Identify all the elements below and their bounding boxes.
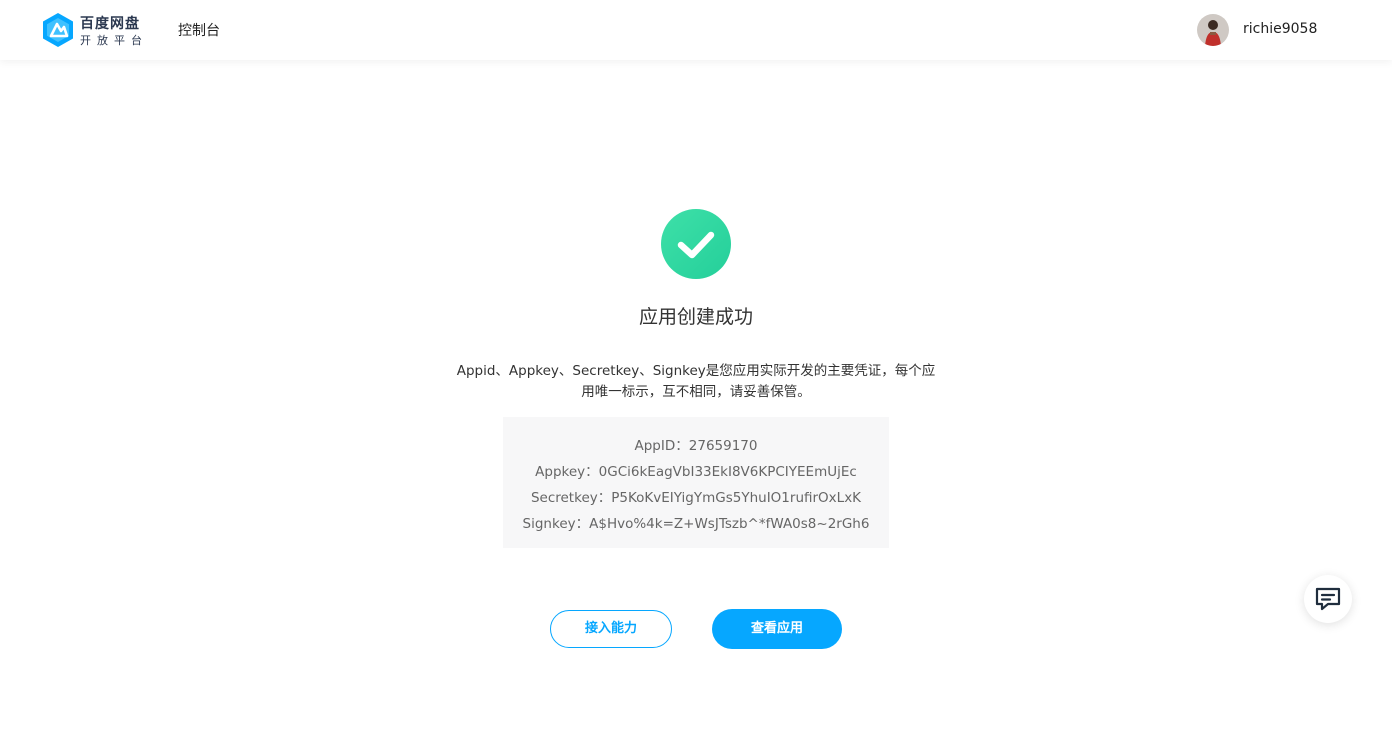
chat-bubble-icon [1315,587,1341,611]
username: richie9058 [1243,21,1318,37]
credentials-description: Appid、Appkey、Secretkey、Signkey是您应用实际开发的主… [456,363,936,400]
avatar[interactable] [1197,14,1229,46]
credential-value: 27659170 [688,438,758,454]
credentials-box: AppID：27659170 Appkey：0GCi6kEagVbI33EkI8… [503,417,889,548]
logo[interactable]: 百度网盘 开放平台 [40,11,150,49]
logo-subtitle: 开放平台 [80,34,148,47]
success-title: 应用创建成功 [638,306,753,328]
view-app-button[interactable]: 查看应用 [712,609,842,649]
credential-row-signkey: Signkey：A$Hvo%4k=Z+WsJTszb^*fWA0s8~2rGh6 [503,512,889,532]
credential-value: A$Hvo%4k=Z+WsJTszb^*fWA0s8~2rGh6 [589,516,870,532]
baidu-netdisk-logo-icon [43,13,73,47]
logo-name: 百度网盘 [80,16,140,32]
avatar-image-icon [1197,14,1229,46]
credential-row-secretkey: Secretkey：P5KoKvEIYigYmGs5YhuIO1rufirOxL… [503,486,889,506]
credential-value: 0GCi6kEagVbI33EkI8V6KPCIYEEmUjEc [598,464,857,480]
credential-value: P5KoKvEIYigYmGs5YhuIO1rufirOxLxK [611,490,862,506]
nav-console-link[interactable]: 控制台 [178,20,220,40]
check-circle-icon [661,209,731,279]
credential-label: Appkey： [535,464,599,480]
credential-label: AppID： [634,438,689,454]
credential-row-appkey: Appkey：0GCi6kEagVbI33EkI8V6KPCIYEEmUjEc [503,460,889,480]
credential-label: Signkey： [522,516,590,532]
top-header: 百度网盘 开放平台 控制台 richie9058 [0,0,1392,60]
floating-chat-button[interactable] [1304,575,1352,623]
credential-label: Secretkey： [530,490,612,506]
integrate-capability-button[interactable]: 接入能力 [550,610,672,648]
credential-row-appid: AppID：27659170 [503,434,889,454]
